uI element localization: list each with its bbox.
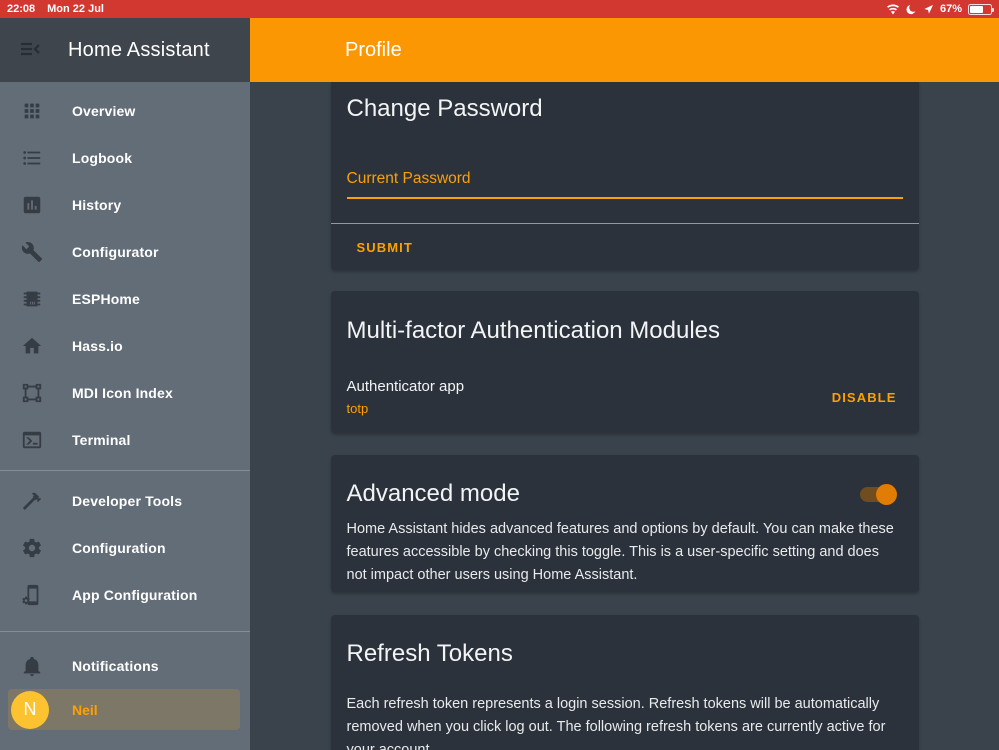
sidebar-item-label: History	[72, 196, 122, 213]
menu-open-icon	[18, 37, 42, 64]
chip-icon	[20, 287, 44, 311]
bell-icon	[20, 654, 44, 678]
status-time: 22:08	[7, 3, 36, 15]
gear-icon	[20, 536, 44, 560]
sidebar-header: Home Assistant	[0, 18, 250, 82]
moon-icon	[906, 3, 917, 15]
user-name: Neil	[72, 701, 98, 718]
sidebar-item-label: Terminal	[72, 431, 131, 448]
sidebar-item-profile[interactable]: N Neil	[8, 689, 240, 730]
sidebar-item-label: Notifications	[72, 657, 159, 674]
mfa-module-name: Authenticator app	[346, 378, 465, 395]
view-dashboard-icon	[20, 99, 44, 123]
refresh-tokens-card: Refresh Tokens Each refresh token repres…	[330, 615, 919, 750]
menu-open-button[interactable]	[18, 37, 42, 64]
sidebar-item-label: Overview	[72, 102, 136, 119]
sidebar-item-label: Configurator	[72, 243, 159, 260]
wifi-icon	[886, 4, 900, 15]
console-icon	[20, 428, 44, 452]
sidebar-item-label: Hass.io	[72, 337, 123, 354]
app-bar: Home Assistant Profile	[0, 18, 999, 82]
mfa-module-id: totp	[346, 401, 369, 416]
card-title: Multi-factor Authentication Modules	[346, 317, 721, 344]
sidebar-item-configuration[interactable]: Configuration	[0, 524, 250, 571]
battery-icon	[968, 3, 994, 15]
mfa-module: Authenticator app totp	[347, 378, 465, 417]
list-bulleted-icon	[20, 146, 44, 170]
card-title: Refresh Tokens	[346, 640, 513, 667]
sidebar-item-mdi-icon-index[interactable]: MDI Icon Index	[0, 369, 250, 416]
home-icon	[20, 334, 44, 358]
mfa-card: Multi-factor Authentication Modules Auth…	[330, 291, 919, 433]
chart-box-icon	[20, 193, 44, 217]
sidebar-item-hassio[interactable]: Hass.io	[0, 322, 250, 369]
status-bar: 22:08 Mon 22 Jul 67%	[0, 0, 999, 18]
disable-button[interactable]: DISABLE	[832, 390, 897, 405]
avatar: N	[11, 690, 49, 729]
sidebar-item-overview[interactable]: Overview	[0, 87, 250, 134]
change-password-card: Change Password SUBMIT	[330, 82, 919, 270]
sidebar-item-label: Configuration	[72, 539, 166, 556]
phone-gear-icon	[20, 583, 44, 607]
sidebar-item-logbook[interactable]: Logbook	[0, 134, 250, 181]
sidebar-divider	[0, 631, 250, 632]
advanced-mode-card: Advanced mode Home Assistant hides advan…	[330, 455, 919, 592]
toggle-thumb	[875, 483, 897, 505]
sidebar-item-history[interactable]: History	[0, 181, 250, 228]
sidebar-item-esphome[interactable]: ESPHome	[0, 275, 250, 322]
status-date: Mon 22 Jul	[47, 3, 104, 15]
battery-fill	[970, 5, 984, 13]
page-header: Profile	[250, 18, 999, 82]
sidebar-item-configurator[interactable]: Configurator	[0, 228, 250, 275]
sidebar-divider	[0, 470, 250, 471]
sidebar-item-app-configuration[interactable]: App Configuration	[0, 571, 250, 618]
advanced-mode-description: Home Assistant hides advanced features a…	[346, 521, 894, 583]
hammer-icon	[20, 489, 44, 513]
sidebar-item-developer-tools[interactable]: Developer Tools	[0, 477, 250, 524]
vector-square-icon	[20, 381, 44, 405]
sidebar-item-terminal[interactable]: Terminal	[0, 416, 250, 463]
sidebar-item-label: ESPHome	[72, 290, 140, 307]
sidebar-item-label: MDI Icon Index	[72, 384, 173, 401]
main-content: Change Password SUBMIT Multi-factor Auth…	[250, 82, 999, 750]
submit-button[interactable]: SUBMIT	[357, 240, 413, 255]
refresh-tokens-description: Each refresh token represents a login se…	[346, 696, 886, 750]
app-title: Home Assistant	[68, 38, 210, 61]
sidebar-item-label: Logbook	[72, 149, 133, 166]
card-title: Advanced mode	[346, 480, 520, 507]
location-arrow-icon	[923, 4, 934, 15]
sidebar-item-notifications[interactable]: Notifications	[0, 642, 250, 689]
card-title: Change Password	[346, 95, 543, 122]
page-title: Profile	[345, 38, 402, 61]
sidebar-item-label: App Configuration	[72, 586, 198, 603]
sidebar: Overview Logbook History Configurator ES…	[0, 82, 250, 750]
sidebar-item-label: Developer Tools	[72, 492, 183, 509]
battery-percent: 67%	[939, 3, 962, 15]
advanced-mode-toggle[interactable]	[859, 483, 897, 505]
current-password-input[interactable]	[346, 170, 903, 199]
screen: 22:08 Mon 22 Jul 67% Home Assistant Prof…	[0, 0, 999, 750]
wrench-icon	[20, 240, 44, 264]
